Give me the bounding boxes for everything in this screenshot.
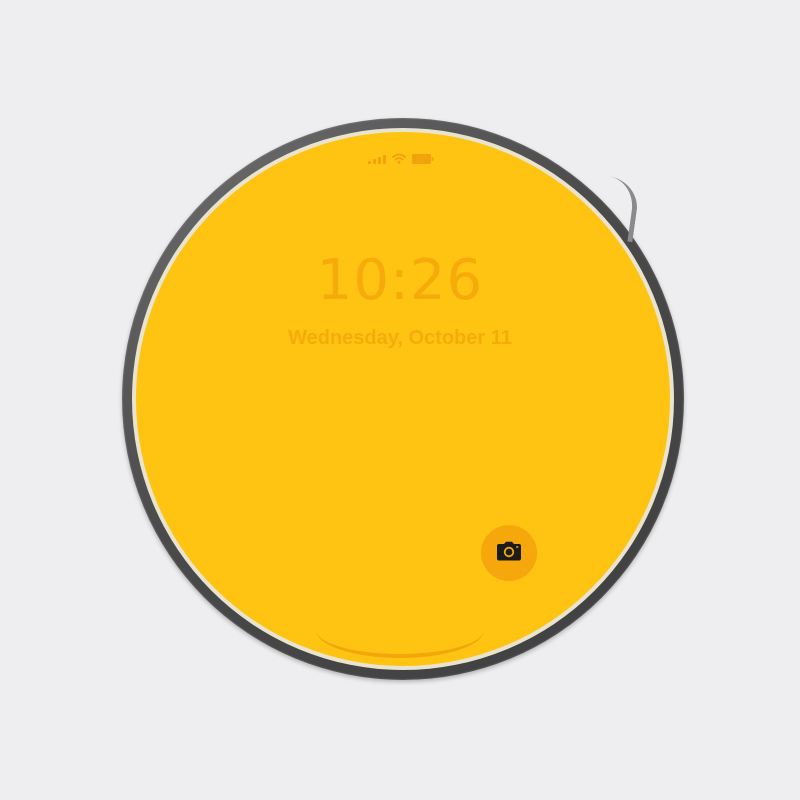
lock-screen-date: Wednesday, October 11 <box>288 327 512 349</box>
camera-button[interactable] <box>481 525 537 581</box>
device-stage: 10:26 Wednesday, October 11 <box>0 0 800 800</box>
wifi-icon <box>392 153 406 164</box>
camera-icon <box>496 541 522 566</box>
lock-screen[interactable] <box>136 132 670 666</box>
lock-screen-time: 10:26 <box>316 248 484 313</box>
battery-icon <box>412 154 434 164</box>
status-bar <box>368 152 434 164</box>
cellular-signal-icon <box>368 155 386 164</box>
